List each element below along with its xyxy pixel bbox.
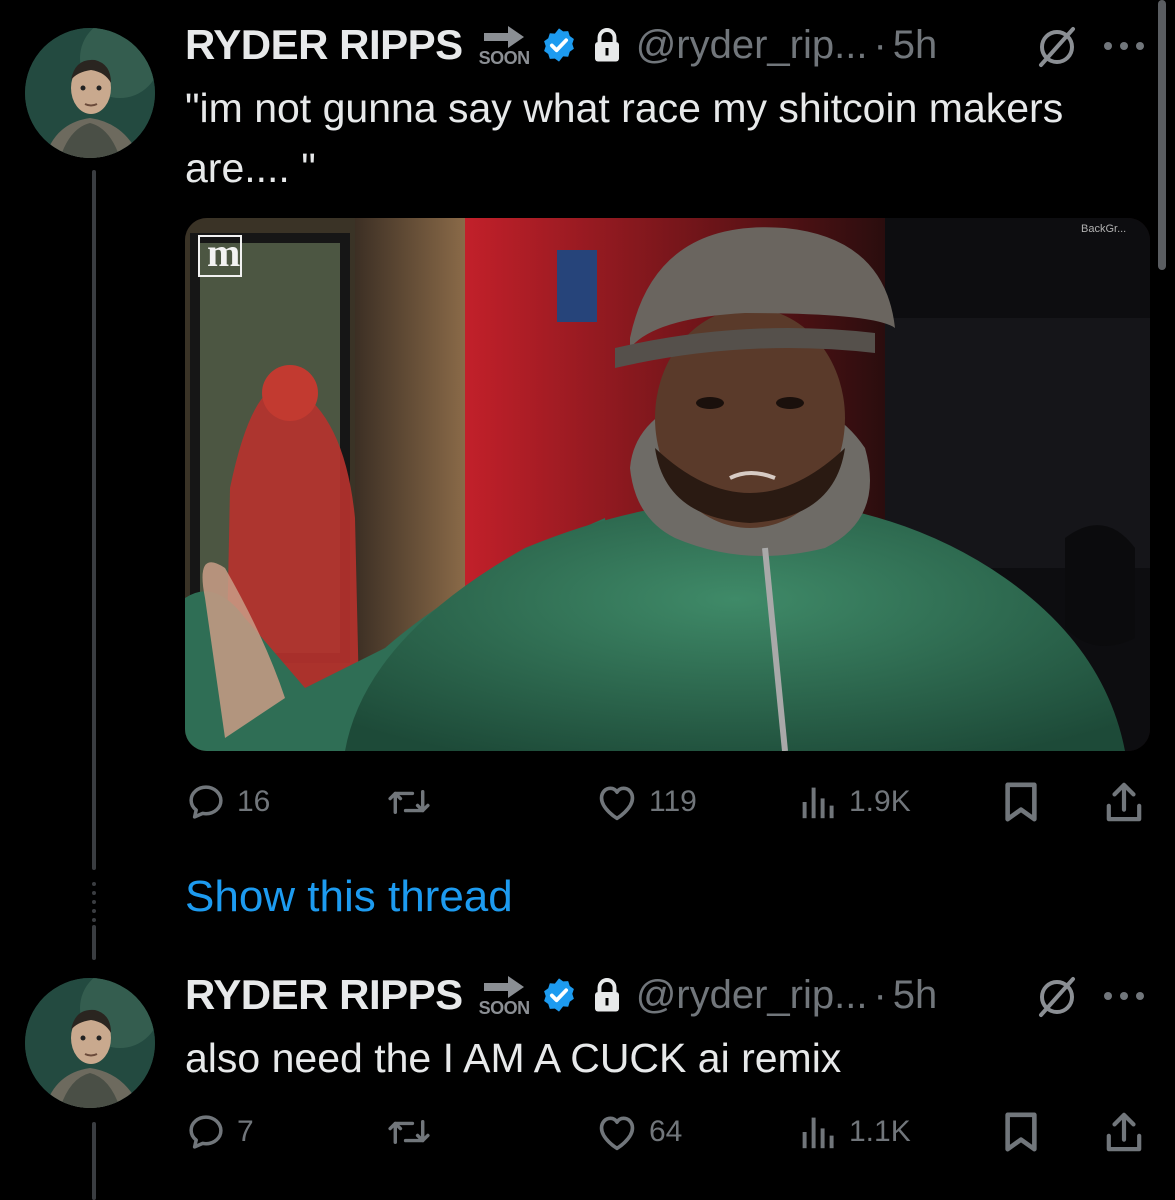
retweet-icon bbox=[388, 790, 430, 814]
timestamp[interactable]: 5h bbox=[893, 973, 938, 1018]
lock-icon bbox=[594, 28, 619, 62]
separator: · bbox=[873, 22, 887, 67]
like-button[interactable]: 64 bbox=[595, 1102, 682, 1162]
tweet-video[interactable]: m BackGr... bbox=[185, 218, 1150, 751]
author-handle[interactable]: @ryder_rip... bbox=[636, 23, 868, 68]
show-thread-link[interactable]: Show this thread bbox=[185, 872, 513, 922]
thread-line-top bbox=[92, 170, 96, 870]
avatar[interactable] bbox=[25, 28, 155, 158]
more-icon[interactable] bbox=[1102, 988, 1146, 1004]
scrollbar[interactable] bbox=[1158, 0, 1166, 270]
verified-badge-icon[interactable] bbox=[540, 976, 578, 1014]
thread-gap-dots bbox=[90, 882, 98, 922]
soon-badge: SOON bbox=[478, 974, 531, 1018]
thread-line-bottom bbox=[92, 1122, 96, 1200]
reply-count: 7 bbox=[237, 1115, 254, 1148]
share-icon bbox=[1106, 1112, 1142, 1152]
avatar[interactable] bbox=[25, 978, 155, 1108]
author-name[interactable]: RYDER RIPPS bbox=[185, 971, 463, 1019]
bookmark-button[interactable] bbox=[1003, 772, 1039, 832]
timestamp[interactable]: 5h bbox=[893, 23, 938, 68]
arrow-right-icon bbox=[484, 976, 525, 998]
bookmark-button[interactable] bbox=[1003, 1102, 1039, 1162]
retweet-button[interactable] bbox=[385, 772, 443, 832]
tweet-header: RYDER RIPPS SOON @ryder_rip... · 5h bbox=[185, 10, 937, 80]
like-count: 119 bbox=[649, 785, 697, 818]
soon-badge: SOON bbox=[478, 24, 531, 68]
reply-icon bbox=[189, 785, 223, 819]
view-count: 1.1K bbox=[849, 1115, 911, 1148]
arrow-right-icon bbox=[484, 26, 525, 48]
reply-button[interactable]: 16 bbox=[185, 772, 270, 832]
tweet-actions: 16 119 1.9K bbox=[185, 772, 1150, 832]
grok-icon[interactable] bbox=[1035, 25, 1079, 69]
soon-label: SOON bbox=[478, 48, 531, 68]
more-icon[interactable] bbox=[1102, 38, 1146, 54]
thread-line-middle bbox=[92, 925, 96, 960]
bookmark-icon bbox=[1005, 1112, 1037, 1152]
tweet-header: RYDER RIPPS SOON @ryder_rip... · 5h bbox=[185, 960, 937, 1030]
tweet-text: also need the I AM A CUCK ai remix bbox=[185, 1035, 842, 1081]
tweet-text: "im not gunna say what race my shitcoin … bbox=[185, 85, 1064, 191]
views-icon bbox=[802, 787, 834, 819]
video-corner-text: BackGr... bbox=[1081, 223, 1126, 235]
retweet-icon bbox=[388, 1119, 430, 1144]
retweet-button[interactable] bbox=[385, 1102, 443, 1162]
reply-icon bbox=[189, 1115, 223, 1149]
tweet-actions: 7 64 1.1K bbox=[185, 1102, 1150, 1162]
reply-button[interactable]: 7 bbox=[185, 1102, 254, 1162]
verified-badge-icon[interactable] bbox=[540, 26, 578, 64]
grok-icon[interactable] bbox=[1035, 975, 1079, 1019]
share-button[interactable] bbox=[1105, 1102, 1143, 1162]
reply-count: 16 bbox=[237, 785, 271, 818]
share-icon bbox=[1106, 782, 1142, 822]
bookmark-icon bbox=[1005, 782, 1037, 822]
like-button[interactable]: 119 bbox=[595, 772, 697, 832]
author-handle[interactable]: @ryder_rip... bbox=[636, 973, 868, 1018]
views-button[interactable]: 1.9K bbox=[799, 772, 911, 832]
views-button[interactable]: 1.1K bbox=[799, 1102, 911, 1162]
like-icon bbox=[599, 1116, 635, 1151]
views-icon bbox=[802, 1117, 834, 1149]
like-icon bbox=[599, 786, 635, 821]
view-count: 1.9K bbox=[849, 785, 911, 818]
separator: · bbox=[873, 972, 887, 1017]
author-name[interactable]: RYDER RIPPS bbox=[185, 21, 463, 69]
soon-label: SOON bbox=[478, 998, 531, 1018]
lock-icon bbox=[594, 978, 619, 1012]
like-count: 64 bbox=[649, 1115, 683, 1148]
share-button[interactable] bbox=[1105, 772, 1143, 832]
